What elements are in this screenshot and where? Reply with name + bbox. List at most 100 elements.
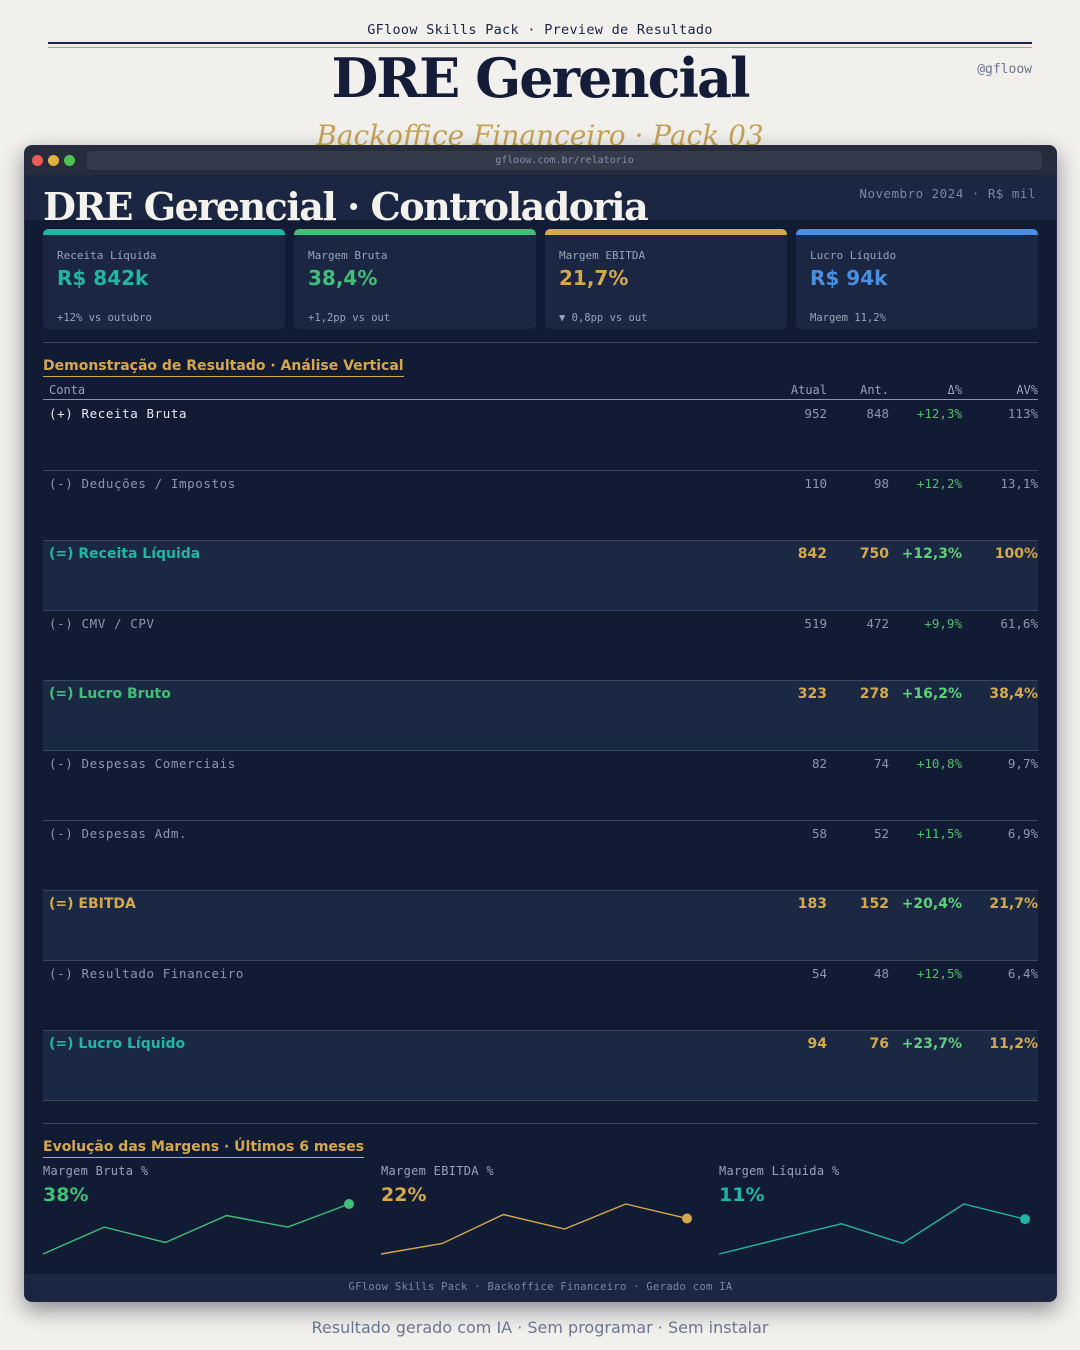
row-account-name: (+) Receita Bruta: [49, 406, 188, 421]
row-atual: 54: [811, 966, 827, 981]
sparkline-margem-bruta: Margem Bruta % 38%: [42, 1164, 355, 1264]
kpi-note: +12% vs outubro: [57, 312, 152, 324]
kpi-label: Margem Bruta: [308, 249, 388, 262]
row-delta: +12,2%: [916, 476, 962, 491]
sparkline-chart: [42, 1199, 354, 1255]
kpi-card-receita-liquida: Receita Líquida R$ 842k +12% vs outubro: [43, 229, 285, 329]
column-header-atual: Atual: [790, 383, 827, 397]
poster-title: DRE Gerencial: [331, 46, 750, 110]
row-atual: 183: [797, 896, 827, 912]
column-header-delta: Δ%: [947, 383, 962, 397]
kpi-note: ▼ 0,8pp vs out: [559, 312, 648, 324]
sparkline-series-line: [718, 1203, 1026, 1255]
margins-section-title: Evolução das Margens · Últimos 6 meses: [43, 1139, 365, 1158]
kpi-card-margem-ebitda: Margem EBITDA 21,7% ▼ 0,8pp vs out: [545, 229, 787, 329]
dre-row: (-) Despesas Adm. 58 52 +11,5% 6,9%: [43, 821, 1038, 891]
poster-handle[interactable]: @gfloow: [977, 62, 1032, 77]
row-av: 6,9%: [1007, 826, 1038, 841]
row-anterior: 848: [866, 406, 889, 421]
row-account-name: (-) Deduções / Impostos: [49, 476, 236, 491]
kpi-value: 21,7%: [559, 266, 629, 290]
row-delta: +23,7%: [901, 1036, 962, 1052]
row-anterior: 52: [873, 826, 889, 841]
kpi-label: Margem EBITDA: [559, 249, 646, 262]
row-av: 113%: [1007, 406, 1038, 421]
sparkline-series-line: [380, 1203, 688, 1255]
kpi-label: Receita Líquida: [57, 249, 157, 262]
row-delta: +20,4%: [901, 896, 962, 912]
dre-row: (-) Deduções / Impostos 110 98 +12,2% 13,1%: [43, 471, 1038, 541]
sparkline-chart: [718, 1203, 1030, 1255]
kpi-value: R$ 842k: [57, 266, 149, 290]
row-account-name: (=) Receita Líquida: [49, 546, 201, 562]
kpi-accent-bar: [796, 229, 1038, 235]
row-delta: +9,9%: [924, 616, 962, 631]
dre-row: (=) EBITDA 183 152 +20,4% 21,7%: [43, 891, 1038, 961]
kpi-label: Lucro Líquido: [810, 249, 897, 262]
row-atual: 842: [797, 546, 827, 562]
row-anterior: 750: [859, 546, 889, 562]
close-window-icon[interactable]: [32, 155, 43, 166]
row-delta: +10,8%: [916, 756, 962, 771]
poster-rule-dark: [48, 42, 1032, 44]
sparkline-margem-liquida: Margem Líquida % 11%: [718, 1164, 1031, 1264]
kpi-value: 38,4%: [308, 266, 378, 290]
row-atual: 952: [804, 406, 827, 421]
sparkline-last-point: [1020, 1214, 1030, 1225]
report-period: Novembro 2024 · R$ mil: [859, 186, 1036, 201]
row-atual: 82: [811, 756, 827, 771]
row-account-name: (-) CMV / CPV: [49, 616, 155, 631]
sparkline-last-point: [682, 1213, 692, 1224]
row-atual: 94: [807, 1036, 827, 1052]
sparkline-last-point: [344, 1199, 354, 1209]
sparkline-chart: [380, 1203, 692, 1255]
row-account-name: (-) Despesas Comerciais: [49, 756, 236, 771]
row-delta: +12,3%: [901, 546, 962, 562]
sparkline-label: Margem Líquida %: [719, 1164, 840, 1178]
kpi-card-margem-bruta: Margem Bruta 38,4% +1,2pp vs out: [294, 229, 536, 329]
sparkline-series-line: [42, 1203, 350, 1255]
row-av: 38,4%: [989, 686, 1038, 702]
kpi-accent-bar: [545, 229, 787, 235]
sparkline-label: Margem EBITDA %: [381, 1164, 494, 1178]
dre-row: (-) Resultado Financeiro 54 48 +12,5% 6,4%: [43, 961, 1038, 1031]
row-atual: 58: [811, 826, 827, 841]
url-bar[interactable]: gfloow.com.br/relatorio: [87, 151, 1042, 170]
row-av: 11,2%: [989, 1036, 1038, 1052]
row-av: 13,1%: [1000, 476, 1038, 491]
row-anterior: 152: [859, 896, 889, 912]
dre-row: (-) Despesas Comerciais 82 74 +10,8% 9,7%: [43, 751, 1038, 821]
row-av: 100%: [994, 546, 1038, 562]
row-delta: +12,3%: [916, 406, 962, 421]
row-account-name: (=) Lucro Líquido: [49, 1036, 186, 1052]
sparkline-label: Margem Bruta %: [43, 1164, 149, 1178]
column-header-conta: Conta: [49, 383, 86, 397]
section-divider: [43, 1123, 1038, 1124]
row-av: 61,6%: [1000, 616, 1038, 631]
row-atual: 323: [797, 686, 827, 702]
row-atual: 519: [804, 616, 827, 631]
dre-row: (=) Lucro Líquido 94 76 +23,7% 11,2%: [43, 1031, 1038, 1101]
dre-row: (-) CMV / CPV 519 472 +9,9% 61,6%: [43, 611, 1038, 681]
dre-row: (=) Receita Líquida 842 750 +12,3% 100%: [43, 541, 1038, 611]
row-av: 9,7%: [1007, 756, 1038, 771]
row-delta: +12,5%: [916, 966, 962, 981]
poster-top-label: GFloow Skills Pack · Preview de Resultad…: [367, 22, 713, 38]
row-anterior: 76: [869, 1036, 889, 1052]
dre-row: (+) Receita Bruta 952 848 +12,3% 113%: [43, 401, 1038, 471]
row-anterior: 472: [866, 616, 889, 631]
row-delta: +11,5%: [916, 826, 962, 841]
kpi-value: R$ 94k: [810, 266, 888, 290]
row-account-name: (-) Despesas Adm.: [49, 826, 188, 841]
kpi-note: +1,2pp vs out: [308, 312, 391, 324]
minimize-window-icon[interactable]: [48, 155, 59, 166]
poster-footer: Resultado gerado com IA · Sem programar …: [311, 1318, 769, 1337]
poster-footer-rule: [48, 1313, 1032, 1314]
dre-row: (=) Lucro Bruto 323 278 +16,2% 38,4%: [43, 681, 1038, 751]
row-anterior: 74: [873, 756, 889, 771]
row-account-name: (=) EBITDA: [49, 896, 136, 912]
maximize-window-icon[interactable]: [64, 155, 75, 166]
row-av: 21,7%: [989, 896, 1038, 912]
row-delta: +16,2%: [901, 686, 962, 702]
column-header-anterior: Ant.: [860, 383, 889, 397]
